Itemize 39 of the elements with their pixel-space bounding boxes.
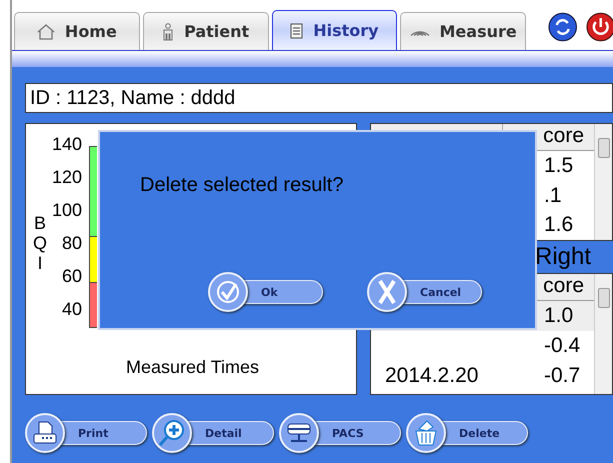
y-tick-label: 40: [60, 299, 82, 320]
house-icon: [36, 24, 55, 40]
action-button[interactable]: Print: [25, 413, 147, 453]
dialog-button[interactable]: Ok: [208, 272, 323, 312]
zoom-in-icon: [158, 419, 186, 447]
y-tick-label: 120: [50, 167, 82, 188]
y-tick-label: 60: [60, 266, 82, 287]
checkmark-icon: [216, 280, 240, 304]
dialog-message: Delete selected result?: [140, 174, 344, 197]
action-button[interactable]: Detail: [152, 413, 274, 453]
person-icon: [162, 22, 174, 40]
table-cell-text: 1.5: [543, 154, 574, 178]
table-cell-text: 2014.2.20: [384, 364, 478, 388]
table-cell-text: .1: [543, 184, 563, 208]
y-tick-label: 80: [60, 233, 82, 254]
dialog-button[interactable]: Cancel: [367, 272, 482, 312]
trash-icon: [413, 419, 439, 447]
y-tick-label: 100: [50, 200, 82, 221]
table-cell-text: -0.7: [543, 364, 582, 388]
power-icon[interactable]: [586, 12, 613, 42]
table-cell-text: 1.6: [543, 213, 574, 238]
network-icon: [285, 421, 313, 445]
action-button[interactable]: Delete: [406, 413, 528, 453]
action-button[interactable]: PACS: [279, 413, 401, 453]
tab[interactable]: Measure: [400, 12, 526, 50]
tab[interactable]: History: [272, 10, 398, 50]
tab[interactable]: Home: [14, 12, 140, 50]
tab[interactable]: Patient: [142, 12, 268, 50]
scrollbar[interactable]: [594, 124, 612, 240]
y-tick-label: 140: [50, 134, 82, 155]
table-cell-text: -0.4: [543, 334, 582, 358]
table-cell-text: 1.0: [543, 304, 574, 328]
x-axis-label: Measured Times: [126, 357, 260, 378]
patient-info-field: ID : 1123, Name : dddd: [25, 83, 613, 113]
refresh-icon[interactable]: [548, 12, 578, 42]
printer-icon: [32, 420, 58, 446]
y-axis-label: BQI: [32, 214, 48, 274]
document-icon: [290, 22, 304, 38]
scrollbar[interactable]: [594, 274, 612, 394]
